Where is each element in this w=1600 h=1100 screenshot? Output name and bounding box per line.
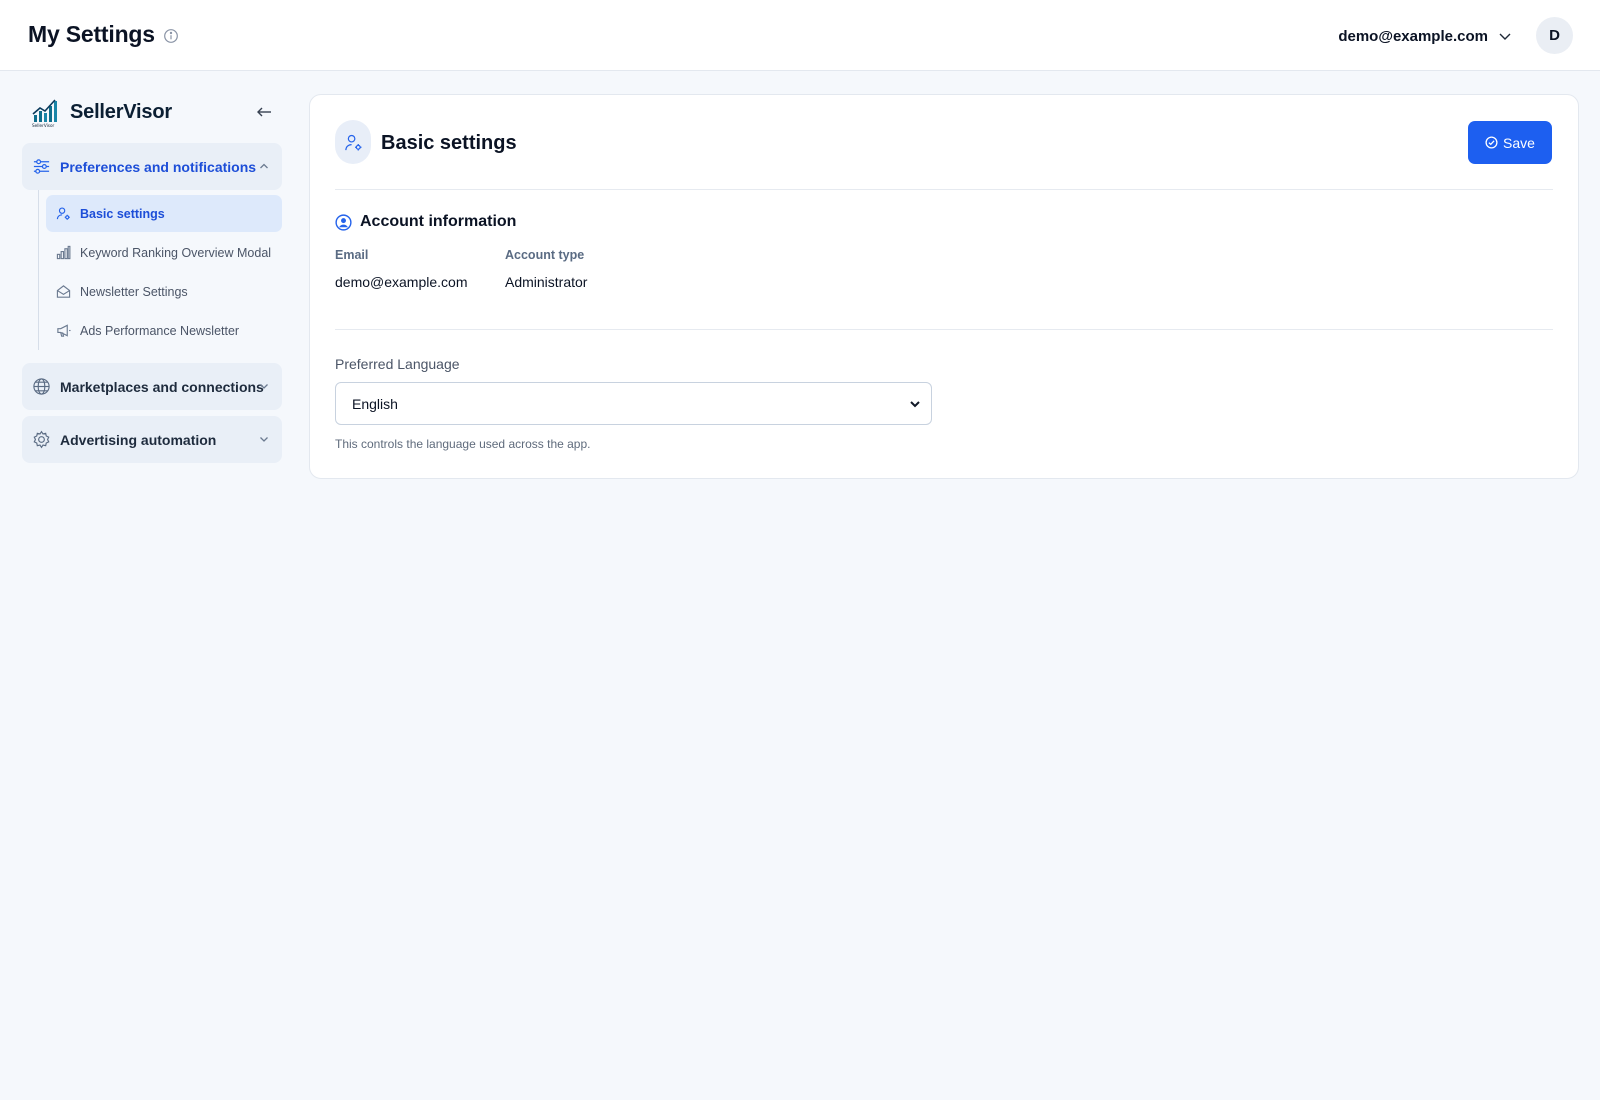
info-icon[interactable] bbox=[163, 28, 179, 44]
bar-chart-icon bbox=[56, 245, 71, 260]
nav-group-label: Preferences and notifications bbox=[60, 158, 257, 175]
avatar[interactable]: D bbox=[1536, 17, 1573, 54]
language-select-value: English bbox=[352, 395, 398, 412]
gear-icon bbox=[32, 430, 51, 449]
sidebar-item-newsletter-settings[interactable]: Newsletter Settings bbox=[46, 273, 282, 310]
header-divider bbox=[335, 189, 1553, 190]
user-circle-icon bbox=[335, 213, 352, 231]
save-button-label: Save bbox=[1503, 134, 1535, 151]
card-title: Basic settings bbox=[381, 132, 517, 154]
sidebar-item-keyword-ranking[interactable]: Keyword Ranking Overview Modal bbox=[46, 234, 282, 271]
preferred-language-label: Preferred Language bbox=[335, 356, 460, 372]
globe-icon bbox=[32, 377, 51, 396]
chevron-up-icon bbox=[258, 160, 270, 172]
brand-name: SellerVisor bbox=[70, 100, 172, 123]
nav-group-label: Advertising automation bbox=[60, 431, 217, 448]
nav-group-preferences[interactable]: Preferences and notifications bbox=[22, 143, 282, 190]
user-gear-icon bbox=[335, 120, 371, 164]
sidebar-item-basic-settings[interactable]: Basic settings bbox=[46, 195, 282, 232]
sidebar-item-label: Basic settings bbox=[80, 206, 165, 221]
mail-icon bbox=[56, 284, 71, 299]
sidebar-item-ads-performance-newsletter[interactable]: Ads Performance Newsletter bbox=[46, 312, 282, 349]
save-button[interactable]: Save bbox=[1468, 121, 1552, 164]
account-type-label: Account type bbox=[505, 248, 585, 262]
sidebar-item-label: Newsletter Settings bbox=[80, 284, 188, 299]
nav-group-marketplaces[interactable]: Marketplaces and connections bbox=[22, 363, 282, 410]
sidebar-item-label: Keyword Ranking Overview Modal bbox=[80, 245, 272, 260]
language-help-text: This controls the language used across t… bbox=[335, 437, 591, 451]
account-section-header: Account information bbox=[335, 213, 516, 231]
user-email: demo@example.com bbox=[1338, 27, 1488, 45]
svg-text:SellerVisor: SellerVisor bbox=[32, 123, 55, 128]
brand[interactable]: SellerVisor SellerVisor bbox=[31, 96, 172, 128]
section-divider bbox=[335, 329, 1553, 330]
user-menu[interactable]: demo@example.com bbox=[1338, 24, 1513, 48]
language-select[interactable]: English bbox=[335, 382, 932, 425]
sidebar-item-label: Ads Performance Newsletter bbox=[80, 323, 240, 338]
account-section-title: Account information bbox=[360, 213, 517, 230]
chevron-down-icon bbox=[910, 400, 920, 407]
email-label: Email bbox=[335, 248, 369, 262]
basic-settings-card: Basic settings Save Account information … bbox=[309, 94, 1579, 479]
brand-logo-icon: SellerVisor bbox=[31, 96, 61, 128]
subnav-divider bbox=[38, 190, 39, 350]
check-circle-icon bbox=[1485, 136, 1498, 149]
account-type-value: Administrator bbox=[505, 274, 588, 290]
top-bar: My Settings demo@example.com D bbox=[0, 0, 1600, 71]
chevron-down-icon bbox=[258, 433, 270, 445]
sliders-icon bbox=[32, 157, 51, 176]
nav-group-label: Marketplaces and connections bbox=[60, 378, 264, 395]
chevron-down-icon bbox=[1497, 28, 1513, 44]
page-title: My Settings bbox=[28, 21, 155, 47]
megaphone-icon bbox=[56, 323, 71, 338]
email-value: demo@example.com bbox=[335, 274, 468, 290]
user-gear-icon bbox=[56, 206, 71, 221]
nav-group-advertising-automation[interactable]: Advertising automation bbox=[22, 416, 282, 463]
chevron-down-icon bbox=[258, 380, 270, 392]
collapse-sidebar-arrow-icon[interactable] bbox=[254, 103, 274, 121]
